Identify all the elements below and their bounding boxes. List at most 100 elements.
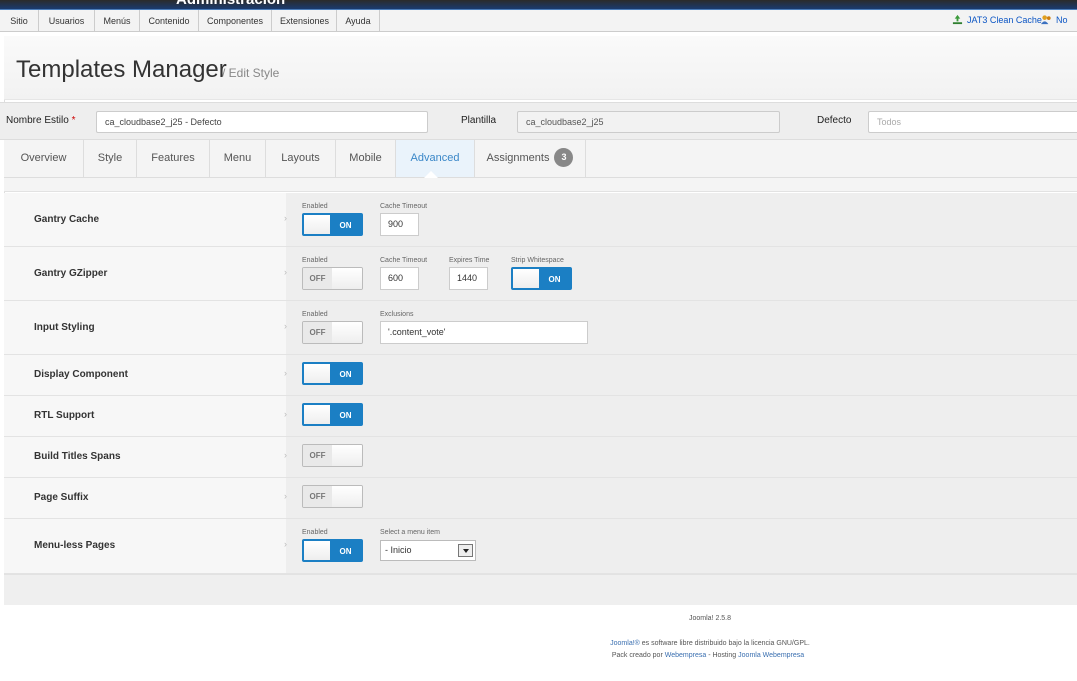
chevron-right-icon: › [284, 409, 287, 419]
panel-footer-strip [4, 574, 1077, 605]
tab-assignments[interactable]: Assignments 3 [475, 140, 586, 177]
option-label-gantry-gzipper: Gantry GZipper [34, 268, 108, 279]
recycle-icon [952, 14, 963, 25]
license-line: Joomla!® es software libre distribuido b… [560, 640, 860, 647]
rtl-support-toggle[interactable]: ON [302, 403, 363, 426]
enabled-label: Enabled [302, 257, 328, 264]
option-row-gantry-cache: Gantry Cache › Enabled ON Cache Timeout … [4, 193, 1077, 247]
input-styling-toggle[interactable]: OFF [302, 321, 363, 344]
toggle-state: OFF [303, 268, 333, 289]
template-label: Plantilla [461, 115, 497, 126]
chevron-right-icon: › [284, 321, 287, 331]
display-component-toggle[interactable]: ON [302, 362, 363, 385]
gzipper-timeout-input[interactable]: 600 [380, 267, 419, 290]
assignments-count-badge: 3 [554, 148, 574, 167]
title-area: Templates Manager / Edit Style [4, 36, 1077, 100]
toggle-state: ON [330, 364, 361, 383]
select-menu-item-label: Select a menu item [380, 529, 440, 536]
tab-content-top-strip [4, 178, 1077, 192]
gantry-gzipper-toggle[interactable]: OFF [302, 267, 363, 290]
menu-ayuda[interactable]: Ayuda [337, 10, 380, 32]
joomla-version: Joomla! 2.5.8 [688, 615, 732, 622]
build-titles-spans-toggle[interactable]: OFF [302, 444, 363, 467]
exclusions-input[interactable]: '.content_vote' [380, 321, 588, 344]
chevron-right-icon: › [284, 491, 287, 501]
option-row-display-component: Display Component › ON [4, 355, 1077, 396]
tab-layouts[interactable]: Layouts [266, 140, 336, 177]
active-tab-caret [424, 171, 438, 178]
dropdown-arrow-icon [458, 544, 473, 557]
strip-whitespace-toggle[interactable]: ON [511, 267, 572, 290]
menuless-pages-toggle[interactable]: ON [302, 539, 363, 562]
joomla-webempresa-link[interactable]: Joomla Webempresa [738, 652, 804, 659]
license-text: es software libre distribuido bajo la li… [639, 640, 810, 647]
option-label-display-component: Display Component [34, 369, 128, 380]
credit-line: Pack creado por Webempresa - Hosting Joo… [560, 652, 856, 659]
menu-extensiones[interactable]: Extensiones [272, 10, 337, 32]
tab-menu[interactable]: Menu [210, 140, 266, 177]
toggle-state: ON [539, 269, 570, 288]
jat3-clean-cache-label: JAT3 Clean Cache [967, 15, 1042, 25]
tab-overview[interactable]: Overview [4, 140, 84, 177]
menu-item-select[interactable]: - Inicio [380, 540, 476, 561]
option-row-gantry-gzipper: Gantry GZipper › Enabled OFF Cache Timeo… [4, 247, 1077, 301]
cache-timeout-label: Cache Timeout [380, 203, 428, 210]
menu-componentes[interactable]: Componentes [199, 10, 272, 32]
option-row-page-suffix: Page Suffix › OFF [4, 478, 1077, 519]
option-row-input-styling: Input Styling › Enabled OFF Exclusions '… [4, 301, 1077, 355]
chevron-right-icon: › [284, 450, 287, 460]
menu-menus[interactable]: Menús [95, 10, 140, 32]
jat3-clean-cache-link[interactable]: JAT3 Clean Cache [952, 10, 1042, 32]
tab-assignments-label: Assignments [486, 152, 550, 164]
style-name-input[interactable]: ca_cloudbase2_j25 - Defecto [96, 111, 428, 133]
chevron-right-icon: › [284, 213, 287, 223]
cache-timeout-label: Cache Timeout [380, 257, 428, 264]
style-fields-row: Nombre Estilo * ca_cloudbase2_j25 - Defe… [0, 102, 1077, 140]
cache-timeout-input[interactable]: 900 [380, 213, 419, 236]
enabled-label: Enabled [302, 311, 328, 318]
option-label-gantry-cache: Gantry Cache [34, 214, 100, 225]
toggle-state: ON [330, 541, 361, 560]
exclusions-label: Exclusions [380, 311, 414, 318]
option-label-build-titles-spans: Build Titles Spans [34, 451, 121, 462]
default-label: Defecto [817, 115, 852, 126]
users-online-link[interactable]: No co [1041, 10, 1077, 45]
chevron-right-icon: › [284, 267, 287, 277]
enabled-label: Enabled [302, 203, 328, 210]
option-row-menuless-pages: Menu-less Pages › Enabled ON Select a me… [4, 519, 1077, 574]
option-label-page-suffix: Page Suffix [34, 492, 89, 503]
credit-prefix: Pack creado por [611, 652, 665, 659]
style-name-label: Nombre Estilo * [6, 115, 76, 126]
webempresa-link[interactable]: Webempresa [665, 652, 707, 659]
menu-sitio[interactable]: Sitio [0, 10, 39, 32]
toggle-state: OFF [303, 445, 333, 466]
chevron-right-icon: › [284, 539, 287, 549]
option-row-rtl-support: RTL Support › ON [4, 396, 1077, 437]
template-input: ca_cloudbase2_j25 [517, 111, 780, 133]
menu-contenido[interactable]: Contenido [140, 10, 199, 32]
option-row-build-titles-spans: Build Titles Spans › OFF [4, 437, 1077, 478]
menu-item-select-value: - Inicio [385, 545, 412, 555]
menu-usuarios[interactable]: Usuarios [39, 10, 95, 32]
main-menubar: Sitio Usuarios Menús Contenido Component… [0, 10, 1077, 45]
toggle-state: ON [330, 405, 361, 424]
expires-time-label: Expires Time [449, 257, 490, 264]
admin-title: Administración [176, 0, 285, 8]
tab-style[interactable]: Style [84, 140, 137, 177]
page-subtitle: / Edit Style [222, 66, 280, 80]
page-suffix-toggle[interactable]: OFF [302, 485, 363, 508]
tab-mobile[interactable]: Mobile [336, 140, 396, 177]
expires-time-input[interactable]: 1440 [449, 267, 488, 290]
default-select[interactable]: Todos [868, 111, 1077, 133]
tab-features[interactable]: Features [137, 140, 210, 177]
chevron-right-icon: › [284, 368, 287, 378]
toggle-state: OFF [303, 486, 333, 507]
toggle-state: ON [330, 215, 361, 234]
joomla-license-link[interactable]: Joomla!® [610, 640, 640, 647]
users-icon [1041, 15, 1051, 25]
enabled-label: Enabled [302, 529, 328, 536]
toggle-state: OFF [303, 322, 333, 343]
option-label-menuless-pages: Menu-less Pages [34, 540, 116, 551]
gantry-cache-toggle[interactable]: ON [302, 213, 363, 236]
option-label-input-styling: Input Styling [34, 322, 95, 333]
